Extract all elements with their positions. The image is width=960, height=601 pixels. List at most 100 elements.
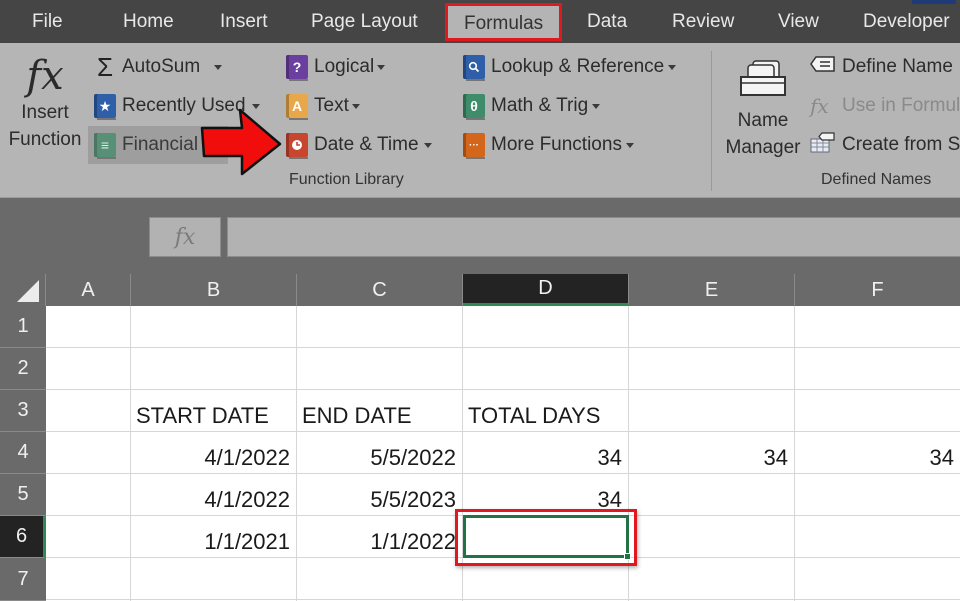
create-from-selection-label: Create from Selection (842, 134, 960, 155)
text-label: Text (314, 95, 349, 116)
name-manager-button[interactable]: Name Manager (724, 57, 802, 161)
clock-book-icon (286, 133, 308, 159)
gridline (46, 599, 960, 600)
column-header-d[interactable]: D (463, 274, 629, 306)
row-header-4[interactable]: 4 (0, 432, 46, 474)
select-all-triangle-icon (17, 280, 39, 302)
tab-data[interactable]: Data (587, 0, 627, 43)
insert-function-fx-button[interactable]: fx (149, 217, 221, 257)
formula-input[interactable] (227, 217, 960, 257)
magnifier-book-icon (463, 55, 485, 81)
function-library-group-label: Function Library (289, 171, 404, 188)
gridline (46, 389, 960, 390)
text-button[interactable]: A Text (286, 89, 360, 123)
theta-book-icon: θ (463, 94, 485, 120)
column-header-a[interactable]: A (46, 274, 131, 306)
cell-b5[interactable]: 4/1/2022 (130, 478, 296, 520)
use-in-formula-button[interactable]: fx Use in Formula (810, 89, 960, 123)
name-manager-icon (737, 57, 789, 107)
cell-f4[interactable]: 34 (794, 436, 960, 478)
define-name-button[interactable]: Define Name (810, 50, 953, 84)
ribbon-tab-bar: File Home Insert Page Layout Formulas Da… (0, 0, 960, 43)
autosum-label: AutoSum (122, 56, 201, 77)
tab-formulas[interactable]: Formulas (445, 3, 563, 41)
insert-function-button[interactable]: fx Insert Function (4, 53, 86, 153)
chevron-down-icon (668, 64, 677, 70)
lookup-reference-button[interactable]: Lookup & Reference (463, 50, 677, 84)
tab-view[interactable]: View (778, 0, 819, 43)
lookup-reference-label: Lookup & Reference (491, 56, 665, 77)
autosum-button[interactable]: Σ AutoSum (94, 50, 223, 84)
more-functions-button[interactable]: ··· More Functions (463, 128, 634, 162)
chevron-down-icon (423, 142, 432, 148)
column-header-e[interactable]: E (629, 274, 795, 306)
name-manager-label-1: Name (737, 110, 789, 131)
date-time-label: Date & Time (314, 134, 419, 155)
logical-label: Logical (314, 56, 375, 77)
column-header-f[interactable]: F (795, 274, 960, 306)
math-trig-button[interactable]: θ Math & Trig (463, 89, 601, 123)
book-icon: ≡ (94, 133, 116, 159)
formulas-ribbon: fx Insert Function Σ AutoSum ★ Recently … (0, 43, 960, 198)
name-manager-label-2: Manager (725, 137, 801, 158)
sigma-icon: Σ (96, 51, 114, 82)
account-badge[interactable] (912, 0, 956, 4)
cell-b6[interactable]: 1/1/2021 (130, 520, 296, 562)
use-in-formula-label: Use in Formula (842, 95, 960, 116)
row-header-1[interactable]: 1 (0, 306, 46, 348)
row-header-5[interactable]: 5 (0, 474, 46, 516)
text-book-icon: A (286, 94, 308, 120)
row-header-6[interactable]: 6 (0, 516, 46, 558)
math-trig-label: Math & Trig (491, 95, 589, 116)
cell-c3[interactable]: END DATE (296, 394, 462, 436)
cell-c5[interactable]: 5/5/2023 (296, 478, 462, 520)
tag-fx-icon: fx (810, 94, 829, 118)
group-divider (711, 51, 712, 191)
cell-b3[interactable]: START DATE (130, 394, 296, 436)
defined-names-group-label: Defined Names (821, 171, 932, 188)
tab-review[interactable]: Review (672, 0, 734, 43)
formula-bar: fx (0, 198, 960, 262)
tab-page-layout[interactable]: Page Layout (311, 0, 418, 43)
more-functions-label: More Functions (491, 134, 622, 155)
cell-c6[interactable]: 1/1/2022 (296, 520, 462, 562)
insert-function-label-2: Function (8, 129, 82, 150)
cell-b4[interactable]: 4/1/2022 (130, 436, 296, 478)
tab-developer[interactable]: Developer (863, 0, 950, 43)
cell-d4[interactable]: 34 (462, 436, 628, 478)
logical-button[interactable]: ? Logical (286, 50, 386, 84)
row-header-3[interactable]: 3 (0, 390, 46, 432)
tag-icon (810, 55, 836, 79)
fx-icon: fx (26, 53, 64, 99)
worksheet-grid[interactable]: START DATE END DATE TOTAL DAYS 4/1/2022 … (46, 306, 960, 601)
create-from-selection-button[interactable]: Create from Selection (810, 128, 960, 162)
cell-e4[interactable]: 34 (628, 436, 794, 478)
table-tag-icon (810, 131, 836, 159)
tab-insert[interactable]: Insert (220, 0, 268, 43)
active-cell-d6[interactable] (463, 515, 631, 560)
select-all-button[interactable] (0, 274, 46, 306)
chevron-down-icon (625, 142, 634, 148)
chevron-down-icon (214, 64, 223, 70)
chevron-down-icon (377, 64, 386, 70)
financial-label: Financial (122, 134, 199, 155)
ellipsis-book-icon: ··· (463, 133, 485, 159)
insert-function-label-1: Insert (21, 102, 69, 123)
define-name-label: Define Name (842, 56, 953, 77)
tab-file[interactable]: File (32, 0, 63, 43)
tab-home[interactable]: Home (123, 0, 174, 43)
cell-d3[interactable]: TOTAL DAYS (462, 394, 662, 436)
chevron-down-icon (592, 103, 601, 109)
chevron-down-icon (351, 103, 360, 109)
fill-handle[interactable] (624, 553, 631, 560)
column-header-c[interactable]: C (297, 274, 463, 306)
column-header-b[interactable]: B (131, 274, 297, 306)
star-book-icon: ★ (94, 94, 116, 120)
row-header-7[interactable]: 7 (0, 558, 46, 601)
cell-c4[interactable]: 5/5/2022 (296, 436, 462, 478)
gridline (46, 347, 960, 348)
row-header-2[interactable]: 2 (0, 348, 46, 390)
date-time-button[interactable]: Date & Time (286, 128, 432, 162)
excel-window: File Home Insert Page Layout Formulas Da… (0, 0, 960, 601)
red-arrow-annotation (200, 108, 282, 176)
